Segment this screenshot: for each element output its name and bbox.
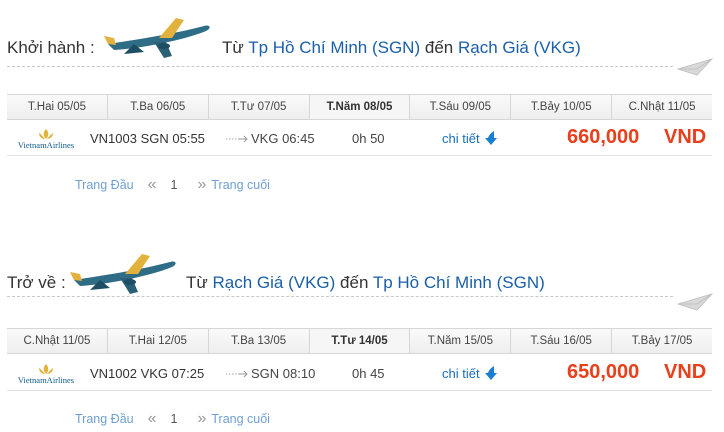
outbound-leg-label: Khởi hành : <box>7 38 95 57</box>
flight-row: VietnamAirlines VN1003 SGN 05:55 VKG 06:… <box>7 122 712 156</box>
first-page-link[interactable]: Trang Đầu <box>75 178 134 192</box>
return-route: Từ Rạch Giá (VKG) đến Tp Hồ Chí Minh (SG… <box>186 273 545 293</box>
flight-duration: 0h 50 <box>352 131 385 146</box>
pagination: Trang Đầu « 1 » Trang cuối <box>75 410 270 428</box>
next-page-link[interactable]: » <box>197 176 206 194</box>
flight-row: VietnamAirlines VN1002 VKG 07:25 SGN 08:… <box>7 357 712 391</box>
details-label[interactable]: chi tiết <box>442 131 480 146</box>
prev-page-link[interactable]: « <box>148 410 157 428</box>
airline-name: VietnamAirlines <box>17 140 75 150</box>
airline-logo: VietnamAirlines <box>10 363 82 385</box>
destination-city[interactable]: Rạch Giá (VKG) <box>458 38 581 57</box>
fare-currency: VND <box>664 126 707 148</box>
route-to-word: đến <box>340 273 369 292</box>
date-tab[interactable]: T.Bảy 17/05 <box>612 329 712 353</box>
down-arrow-icon[interactable] <box>484 365 498 381</box>
vietnam-airlines-lotus-icon <box>39 129 53 139</box>
page-number[interactable]: 1 <box>171 412 178 426</box>
departure-info: VN1002 VKG 07:25 <box>90 366 205 381</box>
page-number[interactable]: 1 <box>171 178 178 192</box>
airline-logo: VietnamAirlines <box>10 128 82 150</box>
prev-page-link[interactable]: « <box>148 176 157 194</box>
flight-arrow-icon <box>226 370 248 378</box>
origin-city[interactable]: Rạch Giá (VKG) <box>213 273 336 292</box>
departure-info: VN1003 SGN 05:55 <box>90 131 205 146</box>
outbound-route: Từ Tp Hồ Chí Minh (SGN) đến Rạch Giá (VK… <box>222 38 581 58</box>
fare-price[interactable]: 660,000 <box>567 126 639 149</box>
fare-price[interactable]: 650,000 <box>567 361 639 384</box>
divider <box>7 66 673 67</box>
date-tab[interactable]: T.Bảy 10/05 <box>511 95 613 119</box>
paper-plane-icon <box>677 293 713 311</box>
date-tabs: T.Hai 05/05 T.Ba 06/05 T.Tư 07/05 T.Năm … <box>7 94 712 120</box>
details-link[interactable]: chi tiết <box>442 130 498 146</box>
fare-currency: VND <box>664 361 707 383</box>
details-link[interactable]: chi tiết <box>442 365 498 381</box>
route-to-word: đến <box>424 38 454 57</box>
airplane-photo-icon <box>70 254 176 294</box>
destination-city[interactable]: Tp Hồ Chí Minh (SGN) <box>373 273 545 292</box>
route-from-word: Từ <box>222 38 244 57</box>
flight-arrow-icon <box>226 135 248 143</box>
date-tab-selected[interactable]: T.Năm 08/05 <box>309 95 411 119</box>
pagination: Trang Đầu « 1 » Trang cuối <box>75 176 270 194</box>
paper-plane-icon <box>677 58 713 76</box>
divider <box>7 296 673 297</box>
date-tab[interactable]: T.Sáu 09/05 <box>410 95 512 119</box>
origin-city[interactable]: Tp Hồ Chí Minh (SGN) <box>248 38 420 57</box>
last-page-link[interactable]: Trang cuối <box>211 412 270 426</box>
return-leg-label: Trở về : <box>7 273 66 292</box>
date-tab[interactable]: T.Sáu 16/05 <box>511 329 613 353</box>
down-arrow-icon[interactable] <box>484 130 498 146</box>
airline-name: VietnamAirlines <box>17 375 75 385</box>
route-from-word: Từ <box>186 273 208 292</box>
arrival-info: SGN 08:10 <box>251 366 316 381</box>
airplane-photo-icon <box>104 18 210 58</box>
date-tab[interactable]: T.Tư 07/05 <box>209 95 310 119</box>
last-page-link[interactable]: Trang cuối <box>211 178 270 192</box>
flight-duration: 0h 45 <box>352 366 385 381</box>
next-page-link[interactable]: » <box>197 410 206 428</box>
date-tab[interactable]: C.Nhật 11/05 <box>7 329 108 353</box>
date-tab-selected[interactable]: T.Tư 14/05 <box>309 329 411 353</box>
arrival-info: VKG 06:45 <box>251 131 315 146</box>
date-tab[interactable]: T.Ba 06/05 <box>108 95 209 119</box>
date-tab[interactable]: T.Hai 12/05 <box>108 329 209 353</box>
date-tab[interactable]: T.Năm 15/05 <box>410 329 512 353</box>
first-page-link[interactable]: Trang Đầu <box>75 412 134 426</box>
date-tab[interactable]: T.Hai 05/05 <box>7 95 108 119</box>
details-label[interactable]: chi tiết <box>442 366 480 381</box>
date-tab[interactable]: T.Ba 13/05 <box>209 329 310 353</box>
date-tab[interactable]: C.Nhật 11/05 <box>612 95 712 119</box>
vietnam-airlines-lotus-icon <box>39 364 53 374</box>
date-tabs: C.Nhật 11/05 T.Hai 12/05 T.Ba 13/05 T.Tư… <box>7 328 712 354</box>
